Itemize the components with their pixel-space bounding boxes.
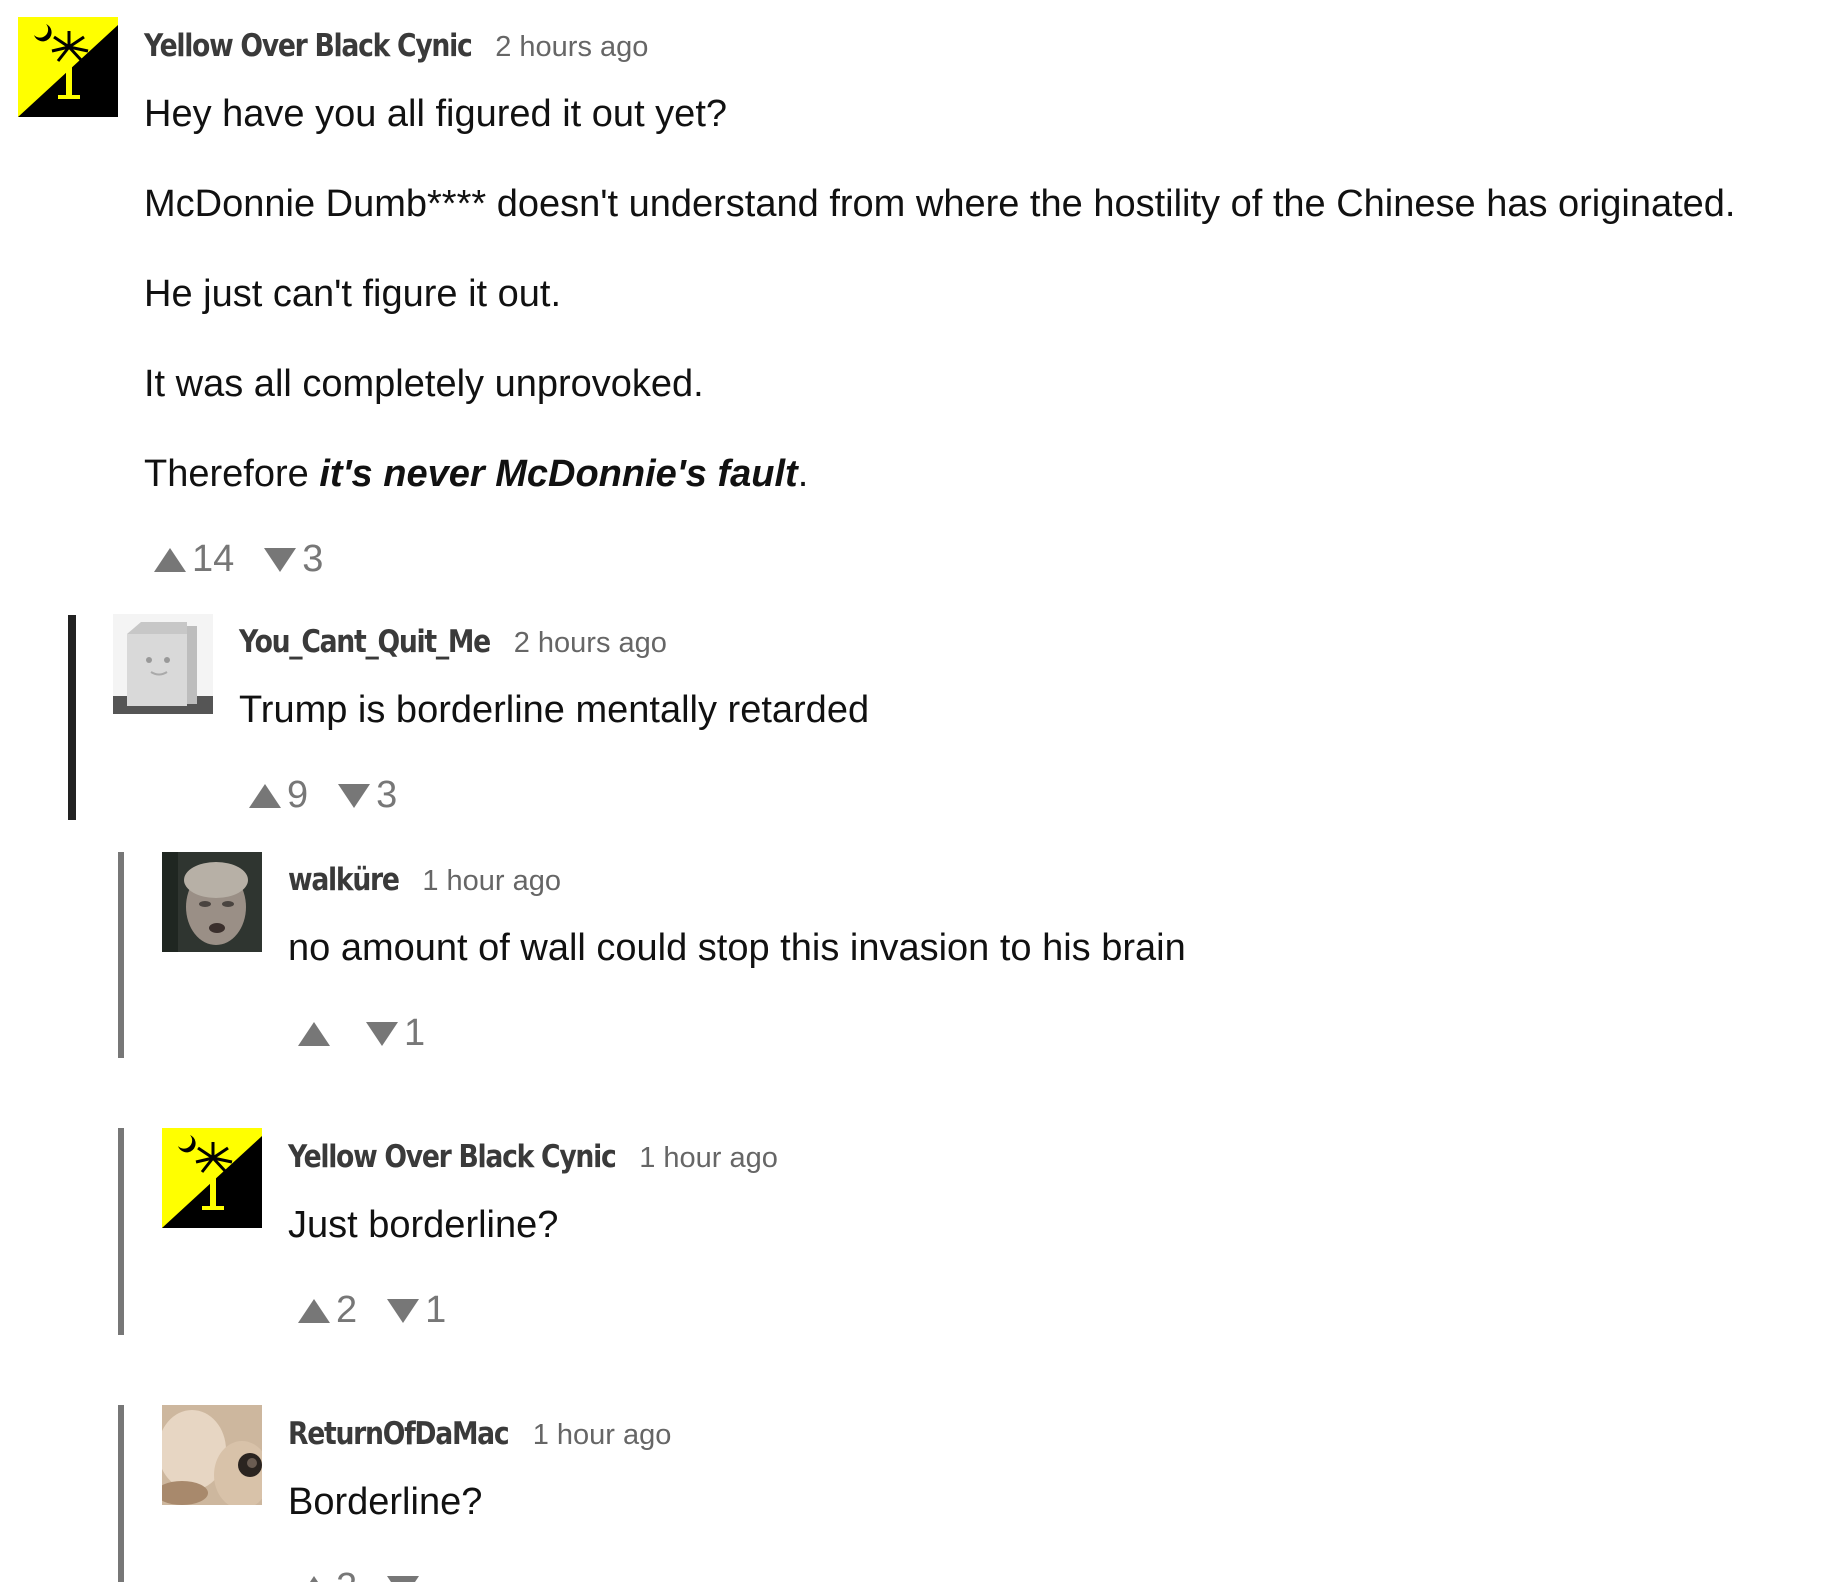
comment-body: Borderline?	[288, 1480, 482, 1524]
downvote-button[interactable]: 1	[387, 1289, 446, 1332]
paragraph-text: .	[797, 453, 809, 495]
downvote-button[interactable]: 3	[338, 774, 397, 817]
downvote-icon	[338, 783, 371, 808]
face-photo-icon	[162, 852, 262, 952]
upvote-button[interactable]	[298, 1021, 336, 1046]
upvote-button[interactable]: 2	[298, 1566, 357, 1582]
downvote-icon	[387, 1575, 420, 1582]
comment-meta: Yellow Over Black Cynic 2 hours ago	[144, 28, 648, 64]
avatar[interactable]	[162, 1128, 262, 1228]
vote-bar: 9 3	[249, 774, 397, 817]
upvote-icon	[298, 1298, 330, 1323]
avatar[interactable]	[18, 17, 118, 117]
upvote-count: 2	[336, 1566, 357, 1582]
author-name[interactable]: You_Cant_Quit_Me	[239, 624, 491, 660]
comment-meta: ReturnOfDaMac 1 hour ago	[288, 1416, 671, 1452]
pet-photo-icon	[162, 1405, 262, 1505]
upvote-icon	[298, 1021, 330, 1046]
paper-bag-icon	[113, 614, 213, 714]
downvote-count: 1	[404, 1012, 426, 1054]
downvote-icon	[264, 547, 297, 572]
downvote-icon	[387, 1298, 420, 1323]
author-name[interactable]: Yellow Over Black Cynic	[144, 28, 473, 64]
palmetto-flag-icon	[18, 17, 118, 117]
comment-paragraph: He just can't figure it out.	[144, 273, 562, 315]
avatar[interactable]	[113, 614, 213, 714]
comment-paragraph: Trump is borderline mentally retarded	[239, 689, 870, 731]
comment-paragraph: Just borderline?	[288, 1204, 559, 1246]
downvote-count: 1	[425, 1289, 447, 1331]
upvote-button[interactable]: 9	[249, 774, 308, 817]
comment-body: Just borderline?	[288, 1203, 558, 1247]
upvote-button[interactable]: 2	[298, 1289, 357, 1332]
downvote-icon	[366, 1021, 398, 1046]
comment-meta: Yellow Over Black Cynic 1 hour ago	[288, 1139, 778, 1175]
palmetto-flag-icon	[162, 1128, 262, 1228]
vote-bar: 14 3	[154, 538, 323, 581]
comment-paragraph: Borderline?	[288, 1481, 483, 1523]
paragraph-text: Therefore	[144, 453, 320, 495]
comment-thread: Yellow Over Black Cynic 2 hours ago Hey …	[0, 0, 1830, 1582]
author-name[interactable]: walküre	[288, 862, 400, 898]
comment-paragraph: Therefore it's never McDonnie's fault.	[144, 452, 1735, 496]
timestamp[interactable]: 2 hours ago	[495, 31, 648, 64]
vote-bar: 1	[298, 1012, 425, 1055]
comment-paragraph: no amount of wall could stop this invasi…	[288, 927, 1186, 969]
downvote-button[interactable]: 1	[366, 1012, 425, 1055]
upvote-icon	[154, 547, 186, 572]
upvote-icon	[249, 783, 281, 808]
reply-thread-bar[interactable]	[118, 1128, 124, 1335]
avatar[interactable]	[162, 1405, 262, 1505]
author-name[interactable]: ReturnOfDaMac	[288, 1416, 510, 1452]
emphasized-text: it's never McDonnie's fault	[319, 453, 798, 495]
reply-thread-bar[interactable]	[118, 1405, 124, 1582]
downvote-button[interactable]	[387, 1575, 425, 1582]
upvote-count: 9	[287, 774, 309, 816]
comment-body: Hey have you all figured it out yet? McD…	[144, 92, 1735, 496]
avatar[interactable]	[162, 852, 262, 952]
comment-paragraph: McDonnie Dumb**** doesn't understand fro…	[144, 183, 1736, 225]
comment-body: no amount of wall could stop this invasi…	[288, 926, 1186, 970]
reply-thread-bar[interactable]	[68, 615, 76, 820]
comment-paragraph: It was all completely unprovoked.	[144, 363, 704, 405]
downvote-count: 3	[302, 538, 324, 580]
comment-body: Trump is borderline mentally retarded	[239, 688, 869, 732]
author-name[interactable]: Yellow Over Black Cynic	[288, 1139, 617, 1175]
timestamp[interactable]: 1 hour ago	[639, 1142, 778, 1175]
upvote-count: 2	[336, 1289, 358, 1331]
comment-paragraph: Hey have you all figured it out yet?	[144, 93, 728, 135]
upvote-button[interactable]: 14	[154, 538, 234, 581]
vote-bar: 2 1	[298, 1289, 446, 1332]
reply-thread-bar[interactable]	[118, 852, 124, 1058]
downvote-count: 3	[376, 774, 398, 816]
upvote-count: 14	[192, 538, 235, 580]
comment-meta: walküre 1 hour ago	[288, 862, 561, 898]
timestamp[interactable]: 1 hour ago	[533, 1419, 672, 1452]
vote-bar: 2	[298, 1566, 425, 1582]
downvote-button[interactable]: 3	[264, 538, 323, 581]
upvote-icon	[298, 1575, 330, 1582]
comment-meta: You_Cant_Quit_Me 2 hours ago	[239, 624, 667, 660]
timestamp[interactable]: 1 hour ago	[422, 865, 561, 898]
timestamp[interactable]: 2 hours ago	[514, 627, 667, 660]
